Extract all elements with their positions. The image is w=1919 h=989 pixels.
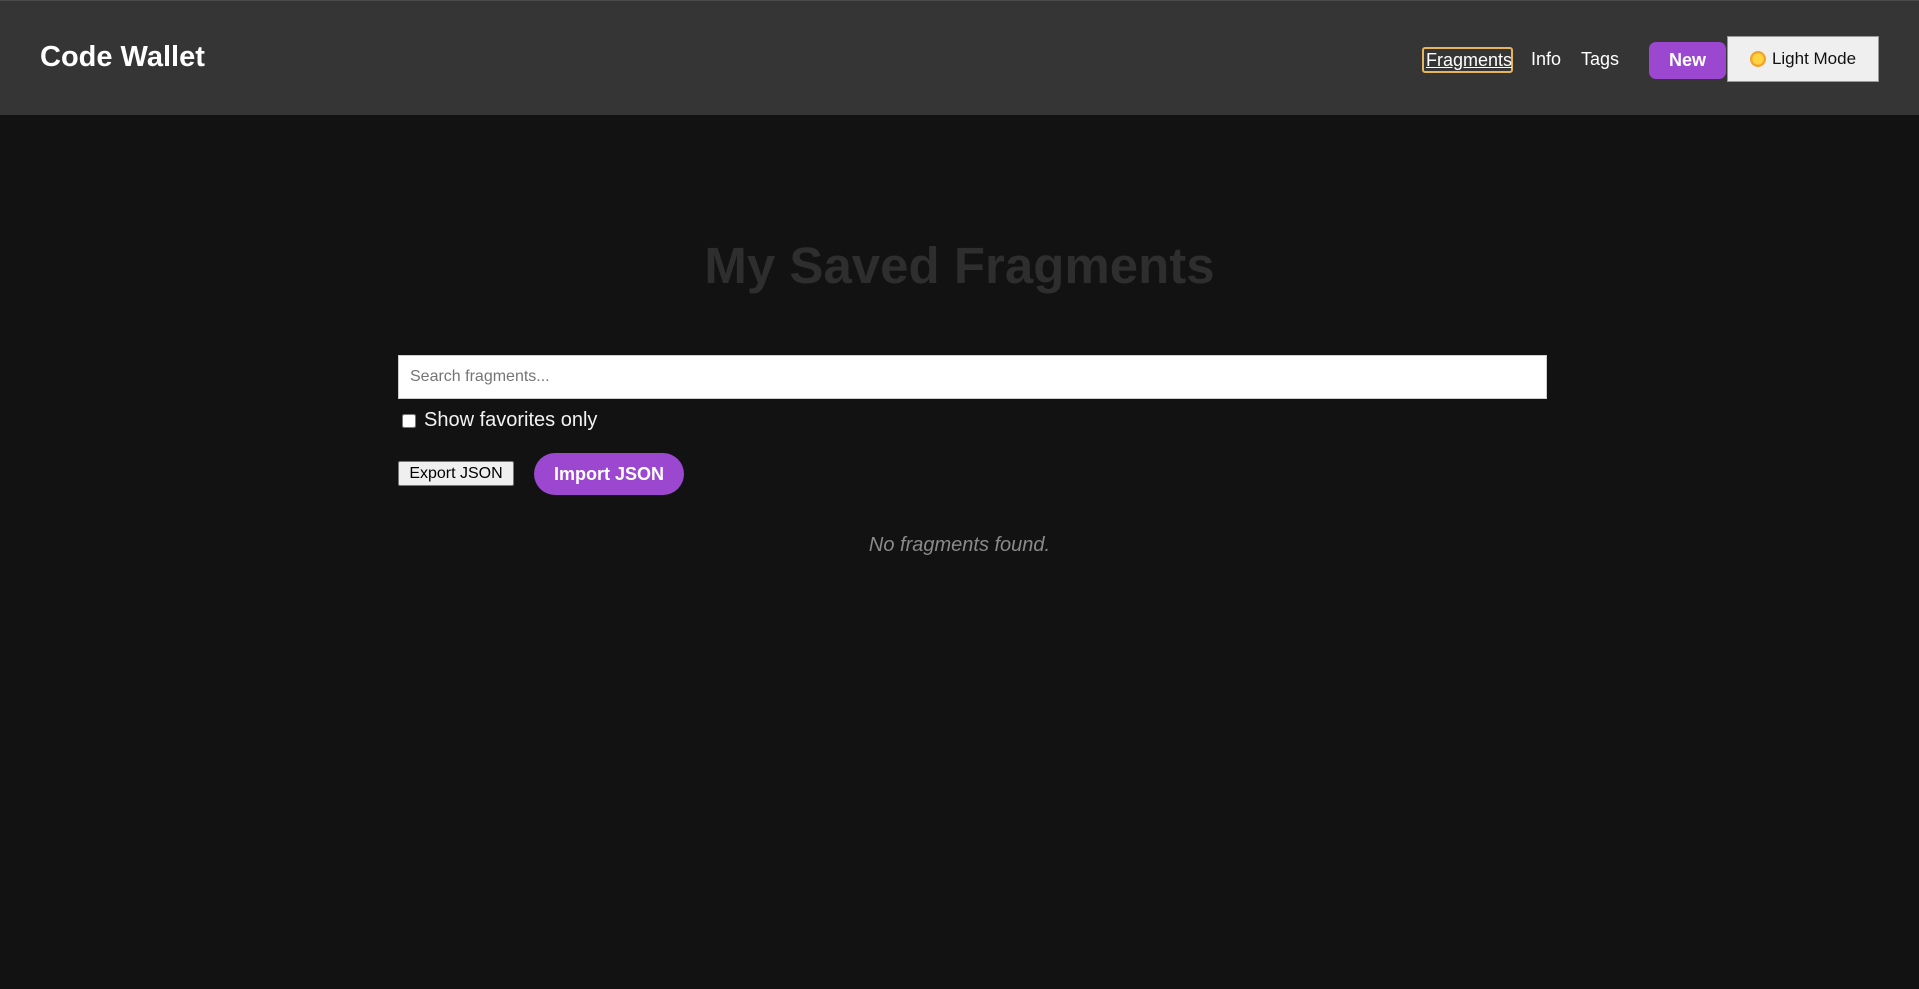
new-fragment-button[interactable]: New: [1649, 42, 1726, 79]
page-title: My Saved Fragments: [704, 237, 1215, 294]
favorites-label: Show favorites only: [424, 409, 598, 431]
nav-tags-link[interactable]: Tags: [1581, 47, 1619, 71]
empty-state-message: No fragments found.: [868, 534, 1051, 556]
nav-fragments-link[interactable]: Fragments: [1422, 47, 1513, 73]
import-json-button[interactable]: Import JSON: [534, 453, 684, 495]
top-navbar: Code Wallet Fragments Info Tags New Ligh…: [0, 0, 1919, 115]
favorites-checkbox[interactable]: [402, 413, 416, 428]
nav-info-link[interactable]: Info: [1531, 47, 1561, 71]
favorites-filter[interactable]: Show favorites only: [402, 409, 597, 432]
theme-toggle-button[interactable]: Light Mode: [1727, 36, 1879, 82]
sun-icon: [1749, 51, 1766, 67]
app-brand[interactable]: Code Wallet: [40, 41, 205, 74]
search-input[interactable]: [398, 355, 1547, 399]
export-json-button[interactable]: Export JSON: [398, 461, 514, 486]
theme-toggle-label: Light Mode: [1771, 49, 1857, 68]
